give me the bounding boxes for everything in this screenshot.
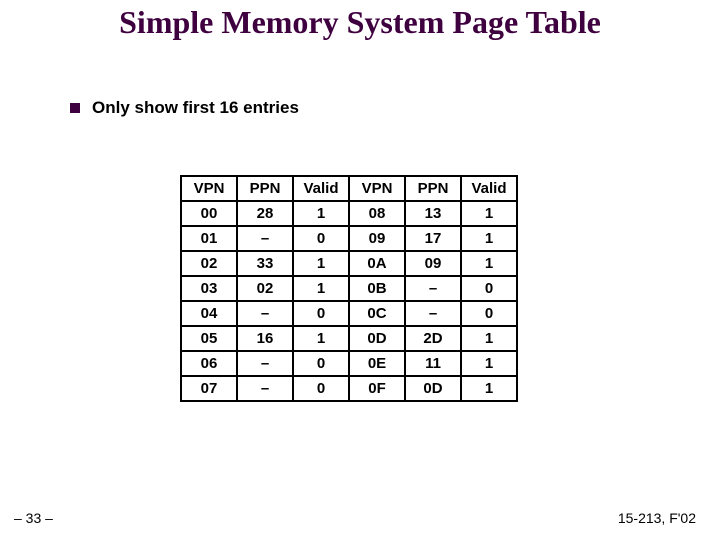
col-valid-2: Valid bbox=[461, 176, 517, 201]
cell: 11 bbox=[405, 351, 461, 376]
cell: 0 bbox=[461, 301, 517, 326]
cell: 0 bbox=[293, 226, 349, 251]
cell: 1 bbox=[293, 201, 349, 226]
col-valid-1: Valid bbox=[293, 176, 349, 201]
table-row: 01 – 0 09 17 1 bbox=[181, 226, 517, 251]
cell: 03 bbox=[181, 276, 237, 301]
cell: 1 bbox=[461, 251, 517, 276]
cell: 0C bbox=[349, 301, 405, 326]
table-row: 00 28 1 08 13 1 bbox=[181, 201, 517, 226]
cell: 1 bbox=[461, 226, 517, 251]
table-header-row: VPN PPN Valid VPN PPN Valid bbox=[181, 176, 517, 201]
cell: 0D bbox=[349, 326, 405, 351]
cell: 07 bbox=[181, 376, 237, 401]
table-row: 06 – 0 0E 11 1 bbox=[181, 351, 517, 376]
cell: 0F bbox=[349, 376, 405, 401]
bullet-text: Only show first 16 entries bbox=[92, 98, 299, 118]
cell: 0 bbox=[293, 301, 349, 326]
cell: 09 bbox=[349, 226, 405, 251]
bullet-row: Only show first 16 entries bbox=[70, 98, 299, 118]
table-row: 04 – 0 0C – 0 bbox=[181, 301, 517, 326]
col-ppn-1: PPN bbox=[237, 176, 293, 201]
cell: 1 bbox=[461, 201, 517, 226]
cell: 0E bbox=[349, 351, 405, 376]
cell: 1 bbox=[293, 276, 349, 301]
slide-number: – 33 – bbox=[14, 510, 53, 526]
cell: 17 bbox=[405, 226, 461, 251]
table-row: 02 33 1 0A 09 1 bbox=[181, 251, 517, 276]
table-row: 07 – 0 0F 0D 1 bbox=[181, 376, 517, 401]
col-vpn-2: VPN bbox=[349, 176, 405, 201]
table-row: 03 02 1 0B – 0 bbox=[181, 276, 517, 301]
cell: 0A bbox=[349, 251, 405, 276]
cell: – bbox=[237, 376, 293, 401]
cell: – bbox=[237, 301, 293, 326]
cell: 0D bbox=[405, 376, 461, 401]
slide: Simple Memory System Page Table Only sho… bbox=[0, 0, 720, 540]
cell: 0 bbox=[461, 276, 517, 301]
cell: 0 bbox=[293, 351, 349, 376]
cell: 05 bbox=[181, 326, 237, 351]
cell: 02 bbox=[237, 276, 293, 301]
cell: 0B bbox=[349, 276, 405, 301]
cell: 0 bbox=[293, 376, 349, 401]
cell: 16 bbox=[237, 326, 293, 351]
course-tag: 15-213, F'02 bbox=[618, 510, 696, 526]
cell: 1 bbox=[461, 326, 517, 351]
col-ppn-2: PPN bbox=[405, 176, 461, 201]
page-table: VPN PPN Valid VPN PPN Valid 00 28 1 08 1… bbox=[180, 175, 518, 402]
cell: 2D bbox=[405, 326, 461, 351]
cell: 1 bbox=[293, 326, 349, 351]
cell: – bbox=[237, 226, 293, 251]
table-row: 05 16 1 0D 2D 1 bbox=[181, 326, 517, 351]
cell: 1 bbox=[461, 376, 517, 401]
table: VPN PPN Valid VPN PPN Valid 00 28 1 08 1… bbox=[180, 175, 518, 402]
cell: 01 bbox=[181, 226, 237, 251]
square-bullet-icon bbox=[70, 103, 80, 113]
cell: 33 bbox=[237, 251, 293, 276]
cell: 04 bbox=[181, 301, 237, 326]
cell: – bbox=[405, 301, 461, 326]
col-vpn-1: VPN bbox=[181, 176, 237, 201]
cell: 00 bbox=[181, 201, 237, 226]
cell: 1 bbox=[461, 351, 517, 376]
cell: 02 bbox=[181, 251, 237, 276]
cell: 13 bbox=[405, 201, 461, 226]
page-title: Simple Memory System Page Table bbox=[20, 4, 700, 41]
cell: 08 bbox=[349, 201, 405, 226]
cell: – bbox=[237, 351, 293, 376]
cell: 06 bbox=[181, 351, 237, 376]
cell: 09 bbox=[405, 251, 461, 276]
cell: 28 bbox=[237, 201, 293, 226]
cell: 1 bbox=[293, 251, 349, 276]
cell: – bbox=[405, 276, 461, 301]
